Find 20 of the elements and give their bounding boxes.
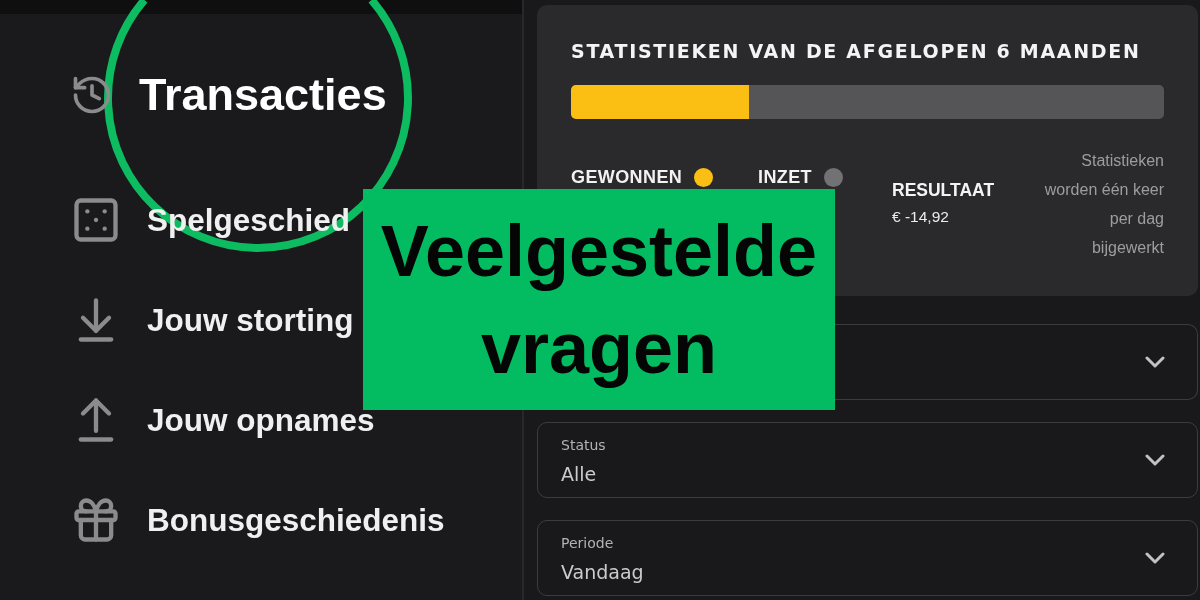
result-value: € -14,92 [892, 207, 949, 227]
sidebar-item[interactable]: Transacties [70, 69, 387, 121]
field-value: Alle [561, 462, 597, 486]
dropdown-field[interactable] [835, 324, 1198, 400]
chevron-down-icon [1145, 454, 1165, 466]
legend-label: INZET [758, 167, 812, 187]
field-value: Vandaag [561, 560, 644, 584]
field-label: Status [561, 436, 606, 454]
stats-title: STATISTIEKEN VAN DE AFGELOPEN 6 MAANDEN [571, 41, 1141, 61]
sidebar-item[interactable]: Jouw storting [70, 294, 354, 346]
sidebar-item[interactable]: Bonusgeschiedenis [70, 494, 445, 546]
result-label: RESULTAAT [892, 180, 995, 200]
title-banner: Veelgestelde vragen [363, 189, 835, 410]
dropdown-field[interactable]: Periode Vandaag [537, 520, 1198, 596]
chevron-down-icon [1145, 356, 1165, 368]
chevron-down-icon [1145, 552, 1165, 564]
update-note: Statistieken worden één keer per dag bijgewerkt [1043, 151, 1164, 258]
legend-label: GEWONNEN [571, 167, 683, 187]
field-label: Periode [561, 534, 614, 552]
dropdown-field[interactable]: Status Alle [537, 422, 1198, 498]
